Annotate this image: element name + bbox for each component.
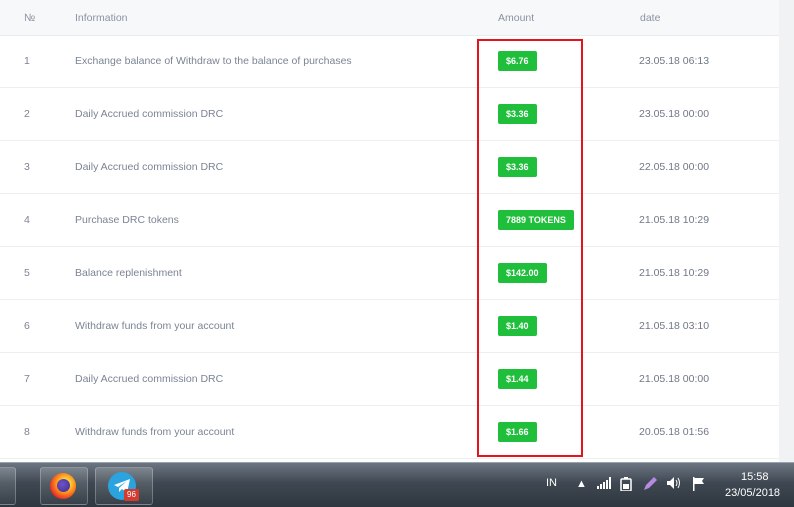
row-date: 21.05.18 10:29: [639, 214, 710, 226]
row-number: 3: [24, 161, 30, 173]
row-number: 8: [24, 426, 30, 438]
taskbar-firefox-button[interactable]: [40, 467, 88, 505]
amount-badge: $3.36: [498, 157, 537, 177]
table-row: 8 Withdraw funds from your account $1.66…: [0, 406, 779, 459]
amount-badge: $3.36: [498, 104, 537, 124]
row-number: 6: [24, 320, 30, 332]
amount-badge: $1.44: [498, 369, 537, 389]
header-date: date: [640, 12, 661, 24]
row-information: Balance replenishment: [75, 267, 182, 279]
row-number: 5: [24, 267, 30, 279]
amount-badge: $6.76: [498, 51, 537, 71]
amount-badge: 7889 TOKENS: [498, 210, 574, 230]
header-number: №: [24, 12, 36, 24]
amount-badge: $1.66: [498, 422, 537, 442]
row-number: 7: [24, 373, 30, 385]
pen-icon[interactable]: [643, 477, 657, 495]
battery-icon[interactable]: [620, 477, 632, 495]
row-information: Withdraw funds from your account: [75, 426, 235, 438]
row-date: 20.05.18 01:56: [639, 426, 710, 438]
transaction-page: № Information Amount date 1 Exchange bal…: [0, 0, 794, 462]
firefox-icon: [50, 473, 76, 499]
flag-icon[interactable]: [693, 477, 705, 495]
page-scrollbar[interactable]: [779, 0, 794, 462]
row-date: 23.05.18 00:00: [639, 108, 710, 120]
table-row: 1 Exchange balance of Withdraw to the ba…: [0, 35, 779, 88]
signal-icon[interactable]: [597, 477, 611, 493]
table-row: 6 Withdraw funds from your account $1.40…: [0, 300, 779, 353]
amount-badge: $1.40: [498, 316, 537, 336]
row-information: Withdraw funds from your account: [75, 320, 235, 332]
taskbar-telegram-button[interactable]: 96: [95, 467, 153, 505]
row-information: Daily Accrued commission DRC: [75, 161, 224, 173]
table-header: № Information Amount date: [0, 0, 779, 36]
table-row: 7 Daily Accrued commission DRC $1.44 21.…: [0, 353, 779, 406]
taskbar-app-partial[interactable]: [0, 467, 16, 505]
row-information: Exchange balance of Withdraw to the bala…: [75, 55, 352, 67]
header-information: Information: [75, 12, 128, 24]
transactions-table: № Information Amount date 1 Exchange bal…: [0, 0, 780, 462]
row-date: 21.05.18 03:10: [639, 320, 710, 332]
clock-date[interactable]: 23/05/2018: [725, 487, 780, 499]
row-number: 2: [24, 108, 30, 120]
row-number: 4: [24, 214, 30, 226]
row-date: 21.05.18 10:29: [639, 267, 710, 279]
row-date: 23.05.18 06:13: [639, 55, 710, 67]
amount-badge: $142.00: [498, 263, 547, 283]
table-row: 3 Daily Accrued commission DRC $3.36 22.…: [0, 141, 779, 194]
telegram-unread-badge: 96: [124, 489, 139, 501]
header-amount: Amount: [498, 12, 535, 24]
row-information: Daily Accrued commission DRC: [75, 373, 224, 385]
table-body: 1 Exchange balance of Withdraw to the ba…: [0, 35, 779, 459]
row-information: Daily Accrued commission DRC: [75, 108, 224, 120]
volume-icon[interactable]: [667, 477, 681, 493]
language-indicator[interactable]: IN: [546, 477, 557, 489]
windows-taskbar: 96 IN ▲ 15:58 23/05/2018: [0, 462, 794, 507]
clock-time[interactable]: 15:58: [741, 471, 769, 483]
table-row: 4 Purchase DRC tokens 7889 TOKENS 21.05.…: [0, 194, 779, 247]
table-row: 2 Daily Accrued commission DRC $3.36 23.…: [0, 88, 779, 141]
row-date: 22.05.18 00:00: [639, 161, 710, 173]
row-date: 21.05.18 00:00: [639, 373, 710, 385]
row-information: Purchase DRC tokens: [75, 214, 179, 226]
tray-expand-icon[interactable]: ▲: [576, 477, 587, 491]
row-number: 1: [24, 55, 30, 67]
table-row: 5 Balance replenishment $142.00 21.05.18…: [0, 247, 779, 300]
